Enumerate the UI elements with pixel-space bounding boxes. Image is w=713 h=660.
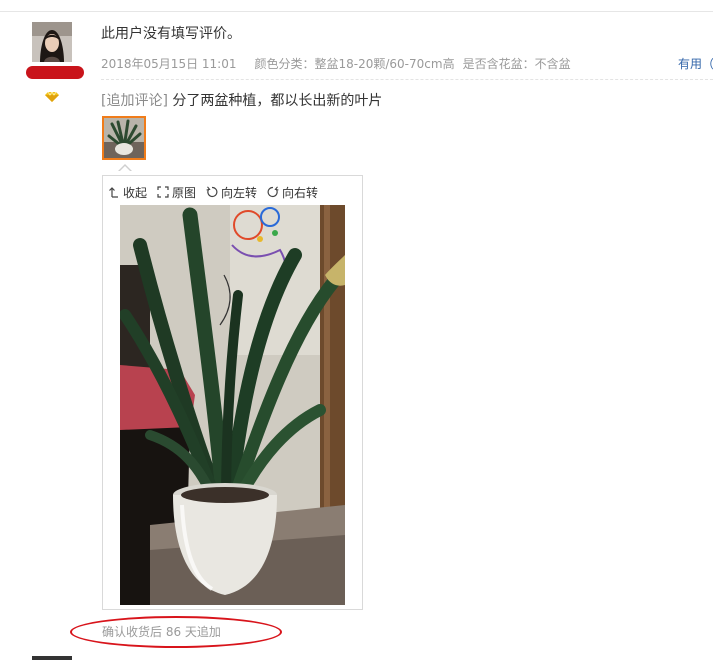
color-value: 整盆18-20颗/60-70cm高 [314,57,455,71]
avatar[interactable] [32,22,72,62]
rotate-right-label: 向右转 [282,185,319,200]
append-text: 分了两盆种植，都以长出新的叶片 [172,93,383,109]
append-tag: [追加评论] [101,93,168,109]
username-redacted [26,66,84,79]
image-viewer: 收起 原图 向左转 向右转 [102,175,363,610]
plant-photo [120,205,345,605]
avatar-photo [32,22,72,62]
collapse-icon [109,187,118,198]
original-label: 原图 [172,185,197,200]
top-divider [0,11,713,12]
rotate-right-button[interactable]: 向右转 [267,184,318,201]
pot-label: 是否含花盆： [462,57,535,71]
rotate-right-icon [267,186,279,198]
photo-thumbnail[interactable] [102,116,146,160]
review-date: 2018年05月15日 11:01 [101,57,237,71]
color-label: 颜色分类： [254,57,315,71]
dashed-divider [101,79,713,80]
review-meta: 2018年05月15日 11:01 颜色分类：整盆18-20颗/60-70cm高是… [101,55,571,72]
viewer-toolbar: 收起 原图 向左转 向右转 [108,183,328,201]
fullscreen-icon [157,186,169,198]
rotate-left-icon [206,186,218,198]
thumbnail-image [104,118,144,158]
original-button[interactable]: 原图 [157,184,196,201]
rotate-left-button[interactable]: 向左转 [206,184,257,201]
collapse-button[interactable]: 收起 [108,184,147,201]
rotate-left-label: 向左转 [221,185,258,200]
useful-button[interactable]: 有用（ [678,55,713,72]
review-photo[interactable] [120,205,345,605]
vip-diamond-icon [45,87,59,102]
highlight-ellipse [70,616,282,648]
next-avatar-edge [32,656,72,660]
collapse-label: 收起 [123,185,148,200]
pot-value: 不含盆 [534,57,571,71]
review-content: 此用户没有填写评价。 [101,26,241,42]
append-review: [追加评论] 分了两盆种植，都以长出新的叶片 [101,90,382,110]
